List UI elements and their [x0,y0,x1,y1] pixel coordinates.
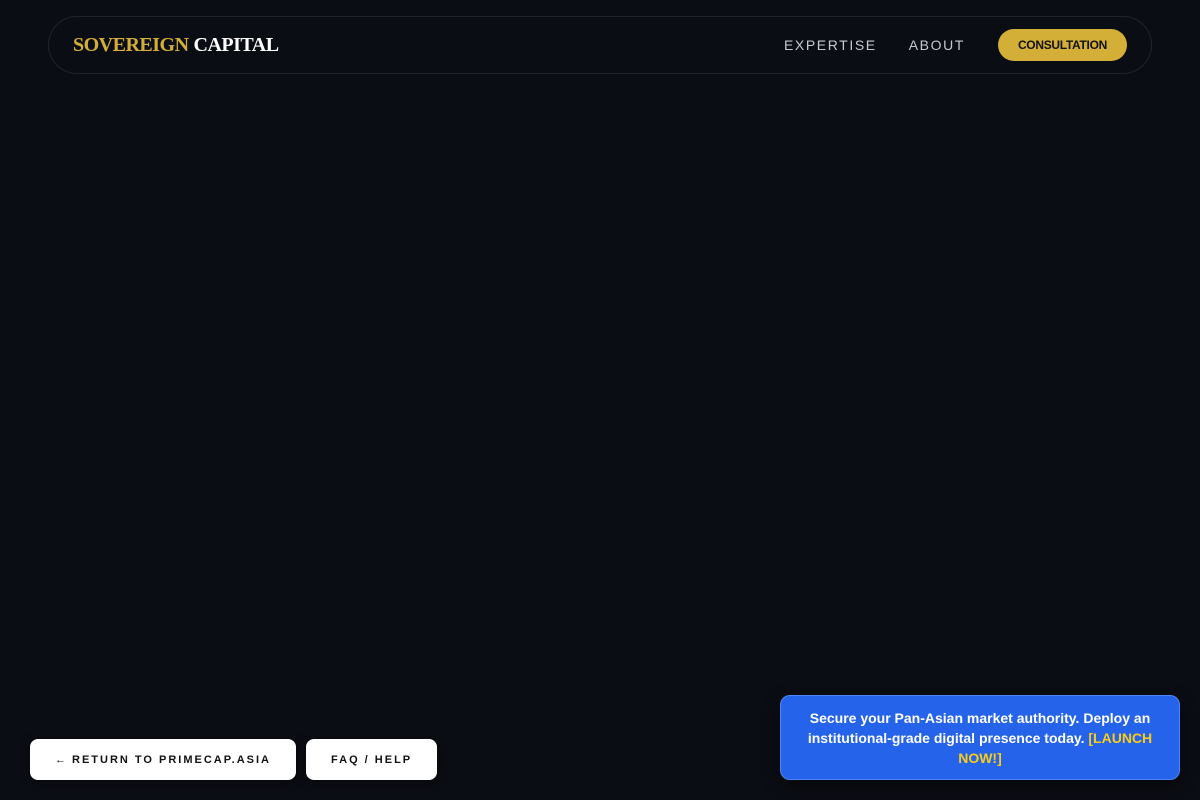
faq-help-button[interactable]: FAQ / HELP [306,739,438,780]
consultation-button[interactable]: CONSULTATION [997,29,1127,61]
brand-logo[interactable]: SOVEREIGN CAPITAL [73,35,279,55]
return-button-label: RETURN TO PRIMECAP.ASIA [72,753,272,766]
bottom-buttons: ← RETURN TO PRIMECAP.ASIA FAQ / HELP [30,739,438,780]
faq-help-label: FAQ / HELP [331,753,413,766]
return-button[interactable]: ← RETURN TO PRIMECAP.ASIA [30,739,297,780]
left-arrow-icon: ← [55,753,66,766]
navbar: SOVEREIGN CAPITAL EXPERTISE ABOUT CONSUL… [48,16,1152,74]
brand-secondary: CAPITAL [193,34,280,56]
brand-primary: SOVEREIGN [73,34,189,56]
nav-link-about[interactable]: ABOUT [909,37,965,53]
nav-link-expertise[interactable]: EXPERTISE [784,37,877,53]
nav-menu: EXPERTISE ABOUT CONSULTATION [784,29,1127,61]
promo-text: Secure your Pan-Asian market authority. … [799,708,1161,768]
promo-banner: Secure your Pan-Asian market authority. … [780,695,1180,780]
page: SOVEREIGN CAPITAL EXPERTISE ABOUT CONSUL… [0,0,1200,800]
